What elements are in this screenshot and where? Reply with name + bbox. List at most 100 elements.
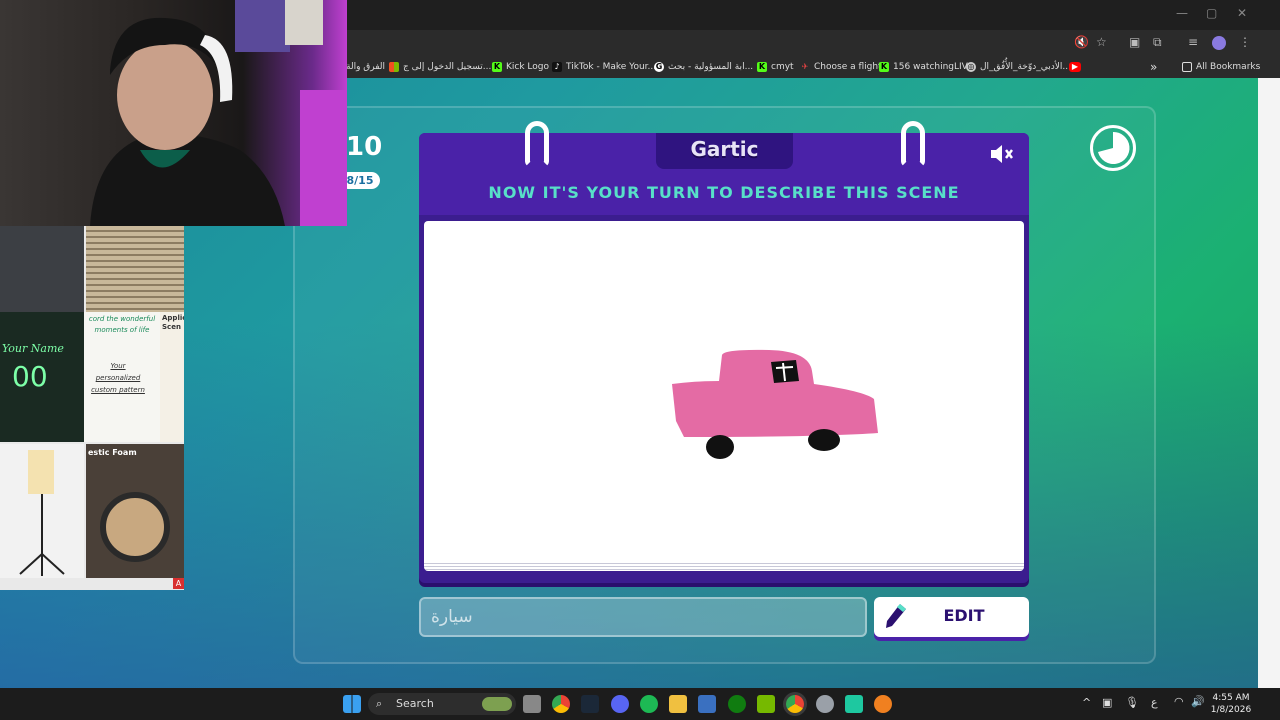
bookmark-label: ابة المسؤولية - بحث... — [668, 62, 754, 72]
tray-chevron-icon[interactable]: ^ — [1082, 696, 1091, 709]
round-number: 10 — [346, 132, 383, 162]
profile-avatar[interactable] — [1212, 36, 1226, 50]
bookmark-item[interactable]: K 156 watchingLIVE — [879, 60, 974, 74]
bookmark-item[interactable]: K Kick Logo — [492, 60, 549, 74]
discord-icon[interactable] — [611, 695, 629, 713]
settings-icon[interactable] — [816, 695, 834, 713]
bookmark-item[interactable]: ▶ — [1069, 60, 1081, 74]
search-highlight-icon[interactable] — [482, 697, 512, 711]
bookmark-item[interactable]: ◎ الأدبي_دوّخة_الأُفُق_ال... — [966, 60, 1071, 74]
bookmark-item[interactable]: G ابة المسؤولية - بحث... — [654, 60, 753, 74]
ad-applic-text: Applic Scen — [162, 314, 184, 331]
ad-card-body: Your personalized custom pattern — [91, 362, 145, 394]
bookmark-label: الأدبي_دوّخة_الأُفُق_ال... — [980, 62, 1071, 72]
chrome-active-icon[interactable] — [786, 695, 804, 713]
volume-icon[interactable]: 🔊 — [1191, 695, 1205, 708]
nvidia-icon[interactable] — [757, 695, 775, 713]
blender-icon[interactable] — [874, 695, 892, 713]
ad-acoustic-panels[interactable] — [0, 226, 84, 312]
ad-foam-roll — [100, 492, 170, 562]
edit-button-label: EDIT — [943, 606, 985, 625]
spotify-icon[interactable] — [640, 695, 658, 713]
microsoft-icon — [389, 62, 399, 72]
ad-shirt-number: 00 — [12, 360, 48, 393]
bookmark-label: Kick Logo — [506, 62, 550, 72]
kick-icon: K — [757, 62, 767, 72]
turn-heading: NOW IT'S YOUR TURN TO DESCRIBE THIS SCEN… — [488, 183, 960, 202]
gartic-logo: Gartic — [690, 137, 759, 161]
screen: — ▢ ✕ 🔇 ☆ ▣ ⧉ ≡ ⋮ الفرق والة تسجيل الدخو… — [0, 0, 1280, 720]
chrome-icon[interactable] — [552, 695, 570, 713]
answer-value: سيارة — [431, 607, 473, 627]
bookmark-label: cmyt — [771, 62, 794, 72]
bookmark-item[interactable]: تسجيل الدخول إلى ج... — [389, 60, 491, 74]
bookmark-item[interactable]: Kcmyt — [757, 60, 794, 74]
taskbar-clock[interactable]: 4:55 AM 1/8/2026 — [1208, 692, 1254, 716]
ring-binder — [901, 121, 925, 167]
maximize-icon[interactable]: ▢ — [1206, 6, 1217, 20]
tiktok-icon: ♪ — [552, 62, 562, 72]
ad-column: Your Name 00 cord the wonderful moments … — [0, 226, 184, 590]
ad-foam-text: estic Foam — [88, 448, 137, 457]
page-scrollbar[interactable] — [1258, 78, 1280, 688]
screenshot-icon[interactable]: ▣ — [1129, 35, 1140, 49]
ad-shirt-text: Your Name — [2, 342, 64, 355]
language-indicator[interactable]: ع — [1151, 696, 1158, 709]
google-icon: G — [654, 62, 664, 72]
xbox-icon[interactable] — [728, 695, 746, 713]
menu-icon[interactable]: ⋮ — [1239, 35, 1251, 49]
kick-icon: K — [492, 62, 502, 72]
taskbar-search-label: Search — [396, 697, 434, 710]
drawing-canvas — [424, 221, 1024, 566]
clock-date: 1/8/2026 — [1210, 705, 1252, 715]
microphone-icon[interactable]: 🎙 — [1125, 696, 1139, 709]
ad-neon-shirt[interactable]: Your Name 00 — [0, 312, 84, 442]
ad-acoustic-foam[interactable]: estic Foam — [86, 444, 184, 578]
edit-button[interactable]: EDIT — [874, 597, 1029, 637]
car-drawing — [672, 349, 878, 459]
bookmark-label: Choose a flight — [814, 62, 882, 72]
extensions-icon[interactable]: ⧉ — [1153, 35, 1162, 50]
bookmark-item[interactable]: ♪ TikTok - Make Your... — [552, 60, 656, 74]
answer-input[interactable]: سيارة — [419, 597, 867, 637]
taskbar: ⌕ Search ^ ▣ 🎙 ع ◠ 🔊 4:55 AM 1/8/2026 — [0, 688, 1280, 720]
kick-icon: K — [879, 62, 889, 72]
bookmark-item[interactable]: الفرق والة — [346, 60, 385, 74]
ad-application[interactable]: Applic Scen — [160, 312, 184, 442]
mute-tab-icon[interactable]: 🔇 — [1074, 35, 1089, 49]
all-bookmarks[interactable]: All Bookmarks — [1182, 60, 1260, 74]
clock-time: 4:55 AM — [1212, 693, 1250, 703]
ad-custom-card[interactable]: cord the wonderful moments of life Your … — [84, 312, 160, 442]
camera-icon[interactable] — [523, 695, 541, 713]
file-explorer-icon[interactable] — [669, 695, 687, 713]
ad-card-heading: cord the wonderful moments of life — [88, 315, 156, 334]
all-bookmarks-label: All Bookmarks — [1196, 62, 1261, 72]
streamer-video — [90, 0, 347, 226]
mute-sound-icon[interactable] — [989, 143, 1017, 170]
minimize-icon[interactable]: — — [1176, 6, 1188, 20]
bookmark-label: 156 watchingLIVE — [893, 62, 974, 72]
star-icon[interactable]: ☆ — [1096, 35, 1107, 49]
ad-ring-light[interactable] — [0, 444, 84, 578]
wifi-icon[interactable]: ◠ — [1174, 695, 1184, 708]
windows-start-icon[interactable] — [343, 695, 361, 713]
app-icon[interactable] — [845, 695, 863, 713]
search-icon: ⌕ — [376, 697, 383, 710]
ring-binder — [525, 121, 549, 167]
store-icon[interactable] — [698, 695, 716, 713]
close-icon[interactable]: ✕ — [1237, 6, 1247, 20]
ad-wood-slats[interactable] — [86, 226, 184, 312]
ad-badge[interactable]: A — [173, 578, 184, 589]
youtube-icon: ▶ — [1069, 62, 1081, 72]
webcam-overlay — [0, 0, 347, 226]
globe-icon: ◎ — [966, 62, 976, 72]
steam-icon[interactable] — [581, 695, 599, 713]
bookmark-label: الفرق والة — [346, 62, 386, 72]
media-icon[interactable]: ≡ — [1188, 35, 1198, 49]
bookmark-label: TikTok - Make Your... — [566, 62, 657, 72]
tray-app-icon[interactable]: ▣ — [1102, 696, 1112, 709]
bookmarks-overflow-button[interactable]: » — [1150, 60, 1157, 74]
bookmark-item[interactable]: ✈ Choose a flight — [800, 60, 882, 74]
drawing-notebook: Gartic NOW IT'S YOUR TURN TO DESCRIBE TH… — [419, 121, 1029, 583]
pencil-icon — [886, 604, 906, 628]
